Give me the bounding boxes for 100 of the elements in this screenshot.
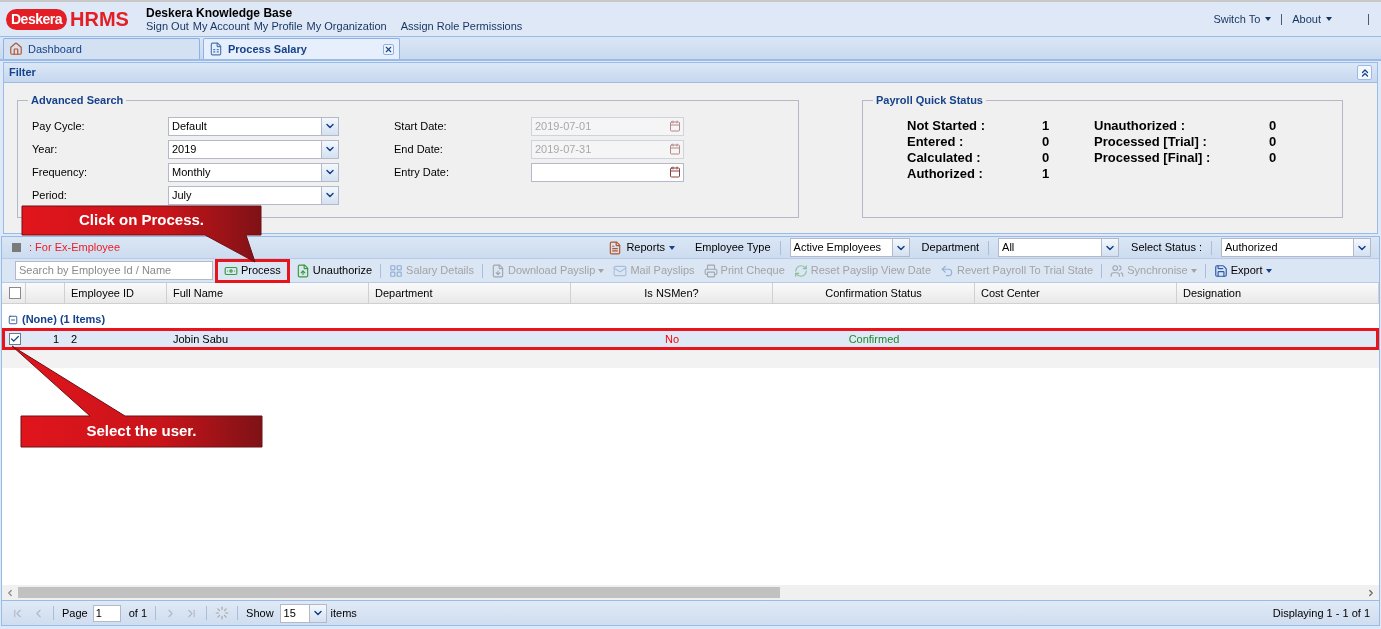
chevron-down-icon [891, 239, 909, 256]
menu-button[interactable]: Switch To [1213, 10, 1272, 28]
status-label: Calculated : [907, 148, 982, 167]
reports-button[interactable]: Reports [608, 239, 675, 256]
grid-icon [389, 263, 404, 278]
row-number: 1 [52, 331, 59, 347]
status-label: Processed [Final] : [1094, 149, 1212, 167]
nav-link[interactable]: My Organization [306, 19, 387, 33]
collapse-icon[interactable] [8, 314, 18, 325]
status-count: 0 [1042, 132, 1051, 151]
chevron-down-icon [1101, 239, 1119, 256]
checkbox[interactable] [9, 287, 21, 299]
column-header[interactable]: Is NSMen? [644, 284, 699, 302]
document-upload-icon [295, 263, 310, 278]
status-label: Processed [Trial] : [1094, 132, 1208, 151]
caret-icon [1326, 17, 1332, 21]
column-header[interactable]: Designation [1183, 284, 1242, 302]
combo-box[interactable]: Authorized [1221, 238, 1371, 257]
status-count: 0 [1042, 148, 1051, 167]
chevron-down-icon [321, 163, 338, 181]
combo-box[interactable]: 15 [279, 603, 327, 623]
chevron-down-icon [308, 604, 326, 622]
page-count: of 1 [128, 605, 148, 621]
fieldset-legend: Payroll Quick Status [873, 92, 986, 109]
chevron-down-icon [1353, 239, 1370, 256]
column-header[interactable]: Full Name [173, 284, 224, 302]
column-header[interactable]: Confirmation Status [825, 284, 922, 302]
report-icon [608, 240, 623, 255]
tab[interactable]: Process Salary [203, 38, 400, 59]
collapse-icon[interactable] [1357, 65, 1372, 80]
house-icon [9, 42, 23, 56]
combo-box[interactable]: Default [168, 116, 339, 136]
date-field[interactable] [531, 162, 684, 182]
chevron-down-icon [321, 186, 338, 204]
nav-link[interactable]: My Profile [253, 19, 303, 33]
document-icon [209, 42, 223, 56]
status-count: 0 [1269, 116, 1278, 135]
horizontal-scrollbar[interactable] [2, 585, 1379, 600]
combo-box[interactable]: 2019 [168, 139, 339, 159]
field-label: Entry Date: [394, 164, 451, 180]
field-label: Start Date: [394, 118, 448, 134]
toolbar-button[interactable]: Export [1210, 260, 1275, 281]
legend-swatch-icon [12, 243, 21, 252]
scrollbar-thumb[interactable] [18, 587, 780, 598]
filter-label: Select Status : [1131, 240, 1202, 256]
field-label: Year: [32, 141, 59, 157]
caret-icon [1190, 268, 1197, 273]
filter-label: Employee Type [694, 240, 771, 256]
app-title: Deskera Knowledge Base [146, 5, 294, 20]
caret-icon [1265, 17, 1272, 21]
column-header[interactable]: Department [375, 284, 433, 302]
page-field[interactable]: 1 [92, 604, 121, 622]
product-name: HRMS [70, 8, 129, 30]
field-label: Period: [32, 187, 68, 203]
chevron-down-icon [321, 140, 338, 158]
nav-link[interactable]: Sign Out [146, 19, 189, 33]
caret-icon [598, 268, 605, 273]
search-field[interactable]: Search by Employee Id / Name [15, 261, 213, 280]
group-header: (None) (1 Items) [22, 312, 106, 328]
show-label: Show [246, 605, 274, 621]
combo-box[interactable]: July [168, 185, 339, 205]
users-icon [1110, 263, 1125, 278]
table-cell-text: 2 [71, 331, 78, 347]
undo-icon [940, 263, 955, 278]
toolbar-button[interactable]: Process [215, 258, 290, 283]
column-header[interactable]: Employee ID [71, 284, 134, 302]
page-label: Page [62, 605, 88, 621]
nav-link[interactable]: My Account [192, 19, 250, 33]
status-label: Not Started : [907, 116, 986, 135]
status-label: Authorized : [907, 164, 984, 183]
status-label: Unauthorized : [1094, 116, 1186, 135]
toolbar-button[interactable]: Unauthorize [292, 260, 376, 281]
column-header[interactable]: Cost Center [981, 284, 1040, 302]
arrow-left-icon[interactable] [5, 587, 15, 598]
status-count: 0 [1269, 132, 1278, 151]
save-icon [1213, 263, 1228, 278]
chevron-down-icon [321, 117, 338, 135]
field-label: End Date: [394, 141, 444, 157]
legend-text: : For Ex-Employee [29, 240, 121, 256]
status-label: Entered : [907, 132, 965, 151]
combo-box[interactable]: Monthly [168, 162, 339, 182]
field-label: Pay Cycle: [32, 118, 86, 134]
tab[interactable]: Dashboard [3, 38, 200, 59]
status-count: 0 [1269, 148, 1278, 167]
field-label: Frequency: [32, 164, 89, 180]
brand-logo: Deskera [6, 8, 67, 30]
spinner-icon[interactable] [215, 606, 230, 620]
checkbox[interactable] [9, 333, 21, 345]
menu-button[interactable]: About [1292, 10, 1332, 28]
arrow-right-icon[interactable] [1366, 587, 1376, 598]
refresh-icon [793, 263, 808, 278]
callout: Select the user. [10, 345, 263, 448]
mail-icon [613, 263, 628, 278]
close-icon[interactable] [383, 43, 394, 55]
combo-box[interactable]: Active Employees [789, 238, 910, 257]
table-row[interactable]: 1 2 Jobin Sabu No Confirmed [2, 328, 1379, 350]
caret-icon [668, 245, 675, 250]
printer-icon [703, 263, 718, 278]
combo-box[interactable]: All [998, 238, 1120, 257]
nav-link[interactable]: Assign Role Permissions [400, 19, 523, 33]
